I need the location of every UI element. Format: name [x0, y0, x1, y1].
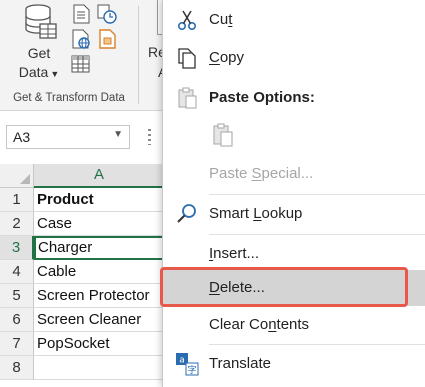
smart-lookup-key: L [253, 205, 262, 222]
delete-highlight-box [160, 267, 408, 307]
menu-separator [209, 234, 425, 235]
chevron-down-icon[interactable]: ▼ [113, 129, 123, 140]
table-cell[interactable]: Screen Protector [34, 284, 164, 308]
row-header[interactable]: 2 [0, 212, 34, 236]
insert-post: nsert... [213, 245, 260, 262]
cut-label-key: t [228, 11, 233, 28]
table-cell[interactable]: PopSocket [34, 332, 164, 356]
row-header[interactable]: 4 [0, 260, 34, 284]
row-header[interactable]: 7 [0, 332, 34, 356]
row-header[interactable]: 8 [0, 356, 34, 380]
get-data-label-1: Get [27, 45, 51, 61]
clear-contents-post: tents [276, 316, 310, 333]
from-text-csv-icon[interactable] [70, 3, 92, 25]
column-header-a[interactable]: A [34, 164, 164, 188]
menu-item-clear-contents[interactable]: Clear Contents [163, 307, 425, 343]
translate-label: Translate [209, 355, 271, 372]
select-all-corner[interactable] [0, 164, 34, 188]
row-header[interactable]: 6 [0, 308, 34, 332]
paste-special-post: pecial... [261, 165, 314, 182]
existing-connections-icon[interactable] [96, 28, 118, 50]
smart-lookup-post: ookup [261, 205, 303, 222]
table-cell[interactable] [34, 356, 164, 380]
name-box[interactable]: A3 ▼ [6, 125, 130, 149]
table-cell[interactable]: Product [34, 188, 164, 212]
clear-contents-pre: Clear Co [209, 316, 269, 333]
cut-label-pre: Cu [209, 11, 229, 28]
table-cell[interactable]: Case [34, 212, 164, 236]
table-cell[interactable]: Cable [34, 260, 164, 284]
name-box-value: A3 [13, 129, 31, 145]
row-header[interactable]: 3 [0, 236, 34, 260]
menu-item-smart-lookup[interactable]: Smart Lookup [163, 196, 425, 232]
get-data-label-2: Data [18, 64, 49, 80]
from-table-range-icon[interactable] [70, 53, 92, 75]
copy-icon [178, 48, 196, 69]
from-web-icon[interactable] [70, 28, 92, 50]
paste-special-key: S [251, 165, 262, 182]
active-cell[interactable]: Charger [34, 236, 164, 260]
search-icon [177, 204, 196, 223]
copy-label-key: C [209, 49, 220, 66]
ribbon-group-divider [138, 6, 139, 104]
svg-text:a: a [179, 356, 185, 366]
copy-label-post: opy [219, 49, 245, 66]
menu-item-cut[interactable]: Cut [163, 2, 425, 38]
menu-item-paste-special[interactable]: Paste Special... [163, 156, 425, 192]
clipboard-icon [178, 87, 197, 109]
menu-item-translate[interactable]: a 字 Translate [163, 346, 425, 382]
paste-option-paste[interactable] [163, 116, 425, 154]
menu-separator [209, 194, 425, 195]
chevron-down-icon: ▼ [50, 69, 60, 79]
row-header[interactable]: 1 [0, 188, 34, 212]
get-data-icon[interactable] [20, 2, 58, 42]
paste-options-label: Paste Options: [209, 89, 315, 106]
svg-text:字: 字 [187, 364, 196, 376]
table-cell[interactable]: Screen Cleaner [34, 308, 164, 332]
paste-icon [213, 123, 233, 147]
menu-separator [209, 344, 425, 345]
smart-lookup-pre: Smart [209, 205, 254, 222]
scissors-icon [177, 10, 197, 31]
clear-contents-key: n [268, 316, 277, 333]
recent-sources-icon[interactable] [96, 3, 118, 25]
splitter-handle[interactable] [148, 129, 151, 145]
translate-icon: a 字 [176, 353, 199, 376]
get-data-button[interactable]: Get Data ▼ [10, 44, 68, 84]
context-menu: Cut Copy Paste Options: Paste Special... [160, 0, 425, 387]
group-label-get-transform: Get & Transform Data [13, 92, 125, 104]
menu-item-copy[interactable]: Copy [163, 40, 425, 76]
row-header[interactable]: 5 [0, 284, 34, 308]
paste-special-pre: Paste [209, 165, 252, 182]
menu-header-paste-options: Paste Options: [163, 80, 425, 116]
